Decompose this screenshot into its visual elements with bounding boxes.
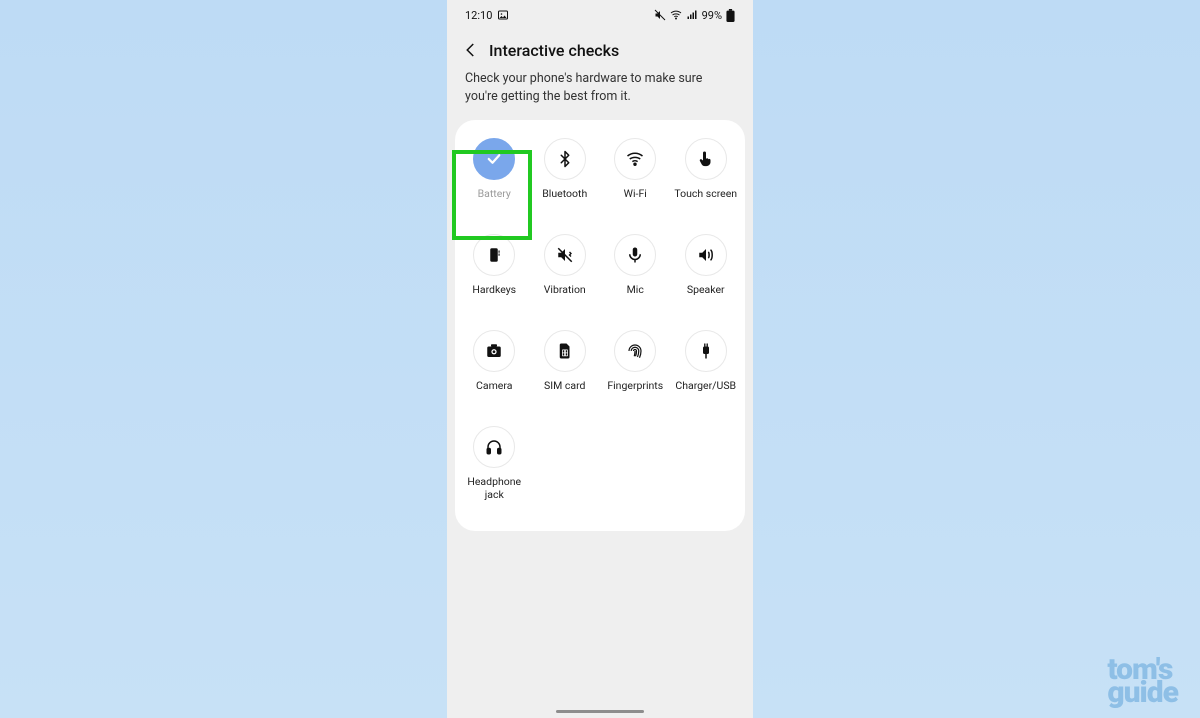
- check-label: Hardkeys: [472, 284, 516, 296]
- check-label: Camera: [476, 380, 512, 392]
- check-label: Vibration: [544, 284, 586, 296]
- headphone-icon: [473, 426, 515, 468]
- check-mic[interactable]: Mic: [600, 234, 671, 296]
- check-label: Charger/USB: [675, 380, 736, 392]
- page-title: Interactive checks: [489, 41, 619, 60]
- check-battery[interactable]: Battery: [459, 138, 530, 200]
- watermark-line2: guide: [1107, 682, 1178, 705]
- check-vibration[interactable]: Vibration: [530, 234, 601, 296]
- check-label: Speaker: [687, 284, 725, 296]
- home-indicator[interactable]: [556, 710, 644, 713]
- check-headphone[interactable]: Headphone jack: [459, 426, 530, 500]
- signal-icon: [686, 9, 698, 21]
- status-bar: 12:10 99%: [447, 0, 753, 30]
- mute-icon: [654, 9, 666, 21]
- vibration-icon: [544, 234, 586, 276]
- check-label: Battery: [478, 188, 511, 200]
- check-fingerprint[interactable]: Fingerprints: [600, 330, 671, 392]
- check-charger[interactable]: Charger/USB: [671, 330, 742, 392]
- mic-icon: [614, 234, 656, 276]
- check-wifi[interactable]: Wi-Fi: [600, 138, 671, 200]
- check-label: Mic: [627, 284, 644, 296]
- check-sim[interactable]: SIM card: [530, 330, 601, 392]
- page-header: Interactive checks: [447, 30, 753, 68]
- check-label: Wi-Fi: [624, 188, 647, 200]
- check-speaker[interactable]: Speaker: [671, 234, 742, 296]
- charger-icon: [685, 330, 727, 372]
- check-label: Bluetooth: [542, 188, 587, 200]
- hardkeys-icon: [473, 234, 515, 276]
- sim-icon: [544, 330, 586, 372]
- back-button[interactable]: [459, 38, 483, 62]
- phone-frame: 12:10 99%: [447, 0, 753, 718]
- picture-icon: [497, 9, 509, 21]
- fingerprint-icon: [614, 330, 656, 372]
- check-bluetooth[interactable]: Bluetooth: [530, 138, 601, 200]
- check-camera[interactable]: Camera: [459, 330, 530, 392]
- bluetooth-icon: [544, 138, 586, 180]
- camera-icon: [473, 330, 515, 372]
- wifi-status-icon: [670, 9, 682, 21]
- check-label: Fingerprints: [607, 380, 663, 392]
- checks-card: Battery Bluetooth Wi-Fi: [455, 120, 745, 530]
- check-label: SIM card: [544, 380, 585, 392]
- status-clock: 12:10: [465, 9, 492, 22]
- checks-grid: Battery Bluetooth Wi-Fi: [459, 138, 741, 500]
- page-description: Check your phone's hardware to make sure…: [447, 68, 753, 120]
- check-label: Headphone jack: [462, 476, 526, 500]
- check-touch[interactable]: Touch screen: [671, 138, 742, 200]
- watermark: tom's guide: [1107, 659, 1178, 704]
- check-hardkeys[interactable]: Hardkeys: [459, 234, 530, 296]
- battery-status-icon: [726, 9, 735, 22]
- speaker-icon: [685, 234, 727, 276]
- wifi-icon: [614, 138, 656, 180]
- check-label: Touch screen: [674, 188, 737, 200]
- touch-icon: [685, 138, 727, 180]
- check-icon: [473, 138, 515, 180]
- battery-pct: 99%: [702, 9, 722, 22]
